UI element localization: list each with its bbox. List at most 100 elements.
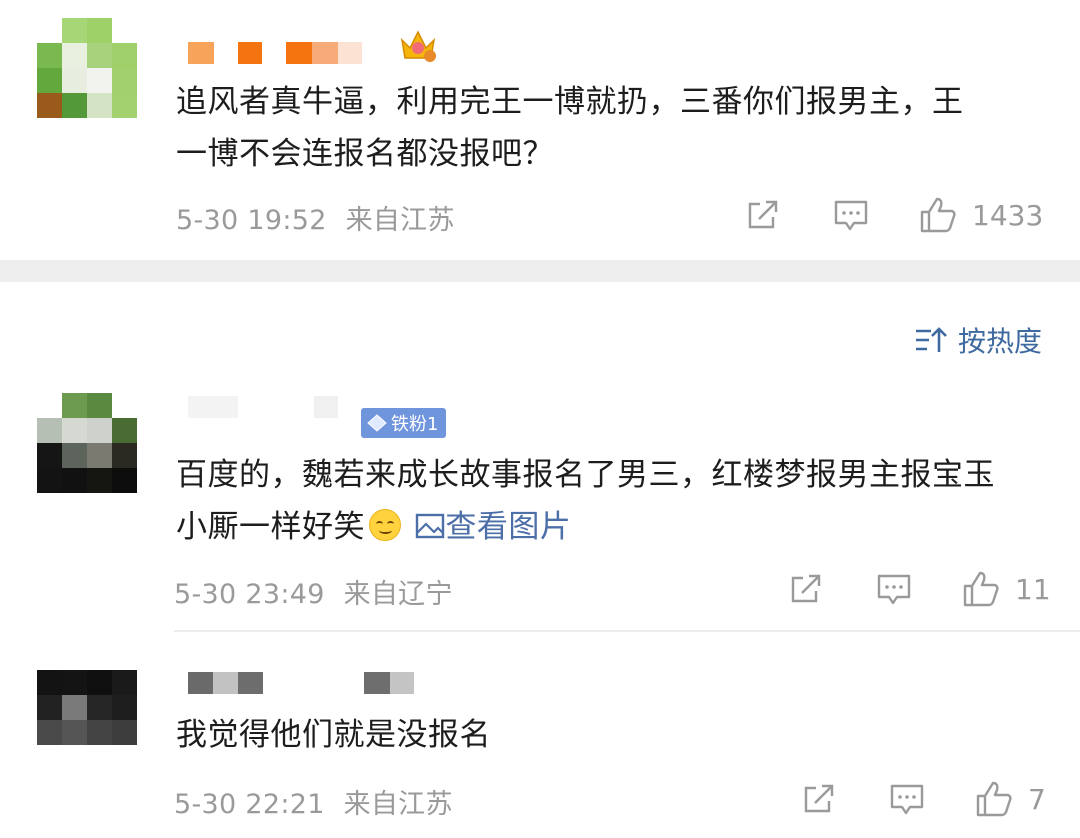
username[interactable] [188, 670, 414, 696]
username-block [188, 396, 238, 418]
comment-icon [834, 200, 868, 231]
comment-button[interactable] [889, 782, 925, 818]
avatar-pixel [87, 695, 112, 720]
sort-label: 按热度 [957, 325, 1042, 358]
diamond-icon [367, 414, 387, 432]
comment-text-line: 一博不会连报名都没报吧？ [176, 136, 554, 172]
avatar[interactable] [37, 645, 137, 745]
like-count: 11 [1015, 572, 1051, 606]
section-divider [0, 260, 1080, 282]
avatar-pixel [37, 670, 62, 695]
username-block [312, 42, 338, 64]
comment-location: 来自江苏 [343, 789, 453, 820]
username-block [390, 672, 414, 694]
comment-text: 我觉得他们就是没报名 [176, 709, 491, 761]
comment-date: 5-30 22:21 [174, 789, 325, 820]
avatar-pixel [37, 695, 62, 720]
avatar-pixel [112, 68, 137, 93]
avatar-pixel [62, 720, 87, 745]
avatar-pixel [112, 468, 137, 493]
avatar-pixel [62, 670, 87, 695]
comment-location: 来自辽宁 [343, 579, 453, 610]
sort-toggle[interactable]: 按热度 [914, 320, 1042, 360]
avatar[interactable] [37, 393, 137, 493]
username-block [213, 672, 238, 694]
username-block [188, 672, 213, 694]
avatar-pixel [112, 645, 137, 670]
username[interactable] [188, 40, 362, 66]
avatar-pixel [87, 720, 112, 745]
avatar-pixel [37, 43, 62, 68]
avatar-pixel [87, 443, 112, 468]
share-icon [748, 200, 778, 229]
avatar-pixel [37, 68, 62, 93]
avatar-pixel [62, 18, 87, 43]
comment-meta: 5-30 19:52 来自江苏 [176, 198, 455, 237]
avatar-pixel [87, 645, 112, 670]
avatar-pixel [62, 443, 87, 468]
share-button[interactable] [746, 198, 780, 232]
like-icon [920, 197, 956, 233]
avatar-pixel [112, 670, 137, 695]
comment-date: 5-30 23:49 [174, 579, 325, 610]
username-block [338, 42, 362, 64]
share-button[interactable] [802, 782, 836, 816]
comment-button[interactable] [833, 198, 869, 234]
avatar-pixel [112, 695, 137, 720]
like-button[interactable]: 7 [974, 779, 1046, 819]
comment-text-line: 追风者真牛逼，利用完王一博就扔，三番你们报男主，王 [176, 84, 964, 120]
avatar-pixel [37, 418, 62, 443]
avatar-pixel [62, 68, 87, 93]
avatar-pixel [62, 645, 87, 670]
comment-meta: 5-30 22:21 来自江苏 [174, 782, 453, 821]
comment-text-line: 百度的，魏若来成长故事报名了男三，红楼梦报男主报宝玉 [176, 457, 995, 493]
sort-icon [915, 327, 947, 352]
comment-text: 百度的，魏若来成长故事报名了男三，红楼梦报男主报宝玉 小厮一样好笑 查看图片 [176, 449, 995, 553]
avatar-pixel [112, 443, 137, 468]
username-block [188, 42, 214, 64]
username[interactable] [188, 394, 338, 420]
avatar-pixel [37, 393, 62, 418]
username-block [238, 42, 262, 64]
avatar-pixel [87, 393, 112, 418]
avatar-pixel [112, 720, 137, 745]
avatar[interactable] [37, 18, 137, 118]
avatar-pixel [87, 18, 112, 43]
comment-date: 5-30 19:52 [176, 205, 327, 236]
avatar-pixel [37, 468, 62, 493]
username-block [364, 672, 390, 694]
avatar-pixel [62, 468, 87, 493]
crown-icon [400, 30, 436, 62]
avatar-pixel [112, 93, 137, 118]
avatar-pixel [62, 695, 87, 720]
smile-emoji-icon [369, 509, 401, 541]
comment-location: 来自江苏 [345, 205, 455, 236]
avatar-pixel [62, 93, 87, 118]
like-count: 7 [1028, 782, 1046, 816]
avatar-pixel [112, 418, 137, 443]
comment-text-fragment: 小厮一样好笑 [176, 509, 365, 545]
comment-meta: 5-30 23:49 来自辽宁 [174, 572, 453, 611]
fan-badge: 铁粉1 [361, 408, 447, 438]
badge-label: 铁粉1 [391, 414, 439, 435]
like-button[interactable]: 11 [961, 569, 1051, 609]
username-block [314, 396, 338, 418]
comment-button[interactable] [876, 572, 912, 608]
like-icon [963, 571, 999, 607]
image-icon [416, 513, 445, 539]
avatar-pixel [87, 418, 112, 443]
share-icon [804, 784, 834, 813]
avatar-pixel [62, 418, 87, 443]
username-block [238, 672, 263, 694]
avatar-pixel [37, 93, 62, 118]
comment-icon [877, 574, 911, 605]
avatar-pixel [37, 18, 62, 43]
avatar-pixel [112, 43, 137, 68]
like-button[interactable]: 1433 [918, 195, 1043, 235]
avatar-pixel [37, 720, 62, 745]
avatar-pixel [87, 468, 112, 493]
share-button[interactable] [789, 572, 823, 606]
view-image-link[interactable]: 查看图片 [415, 509, 571, 545]
avatar-pixel [87, 43, 112, 68]
comment-text-line: 我觉得他们就是没报名 [176, 717, 491, 753]
